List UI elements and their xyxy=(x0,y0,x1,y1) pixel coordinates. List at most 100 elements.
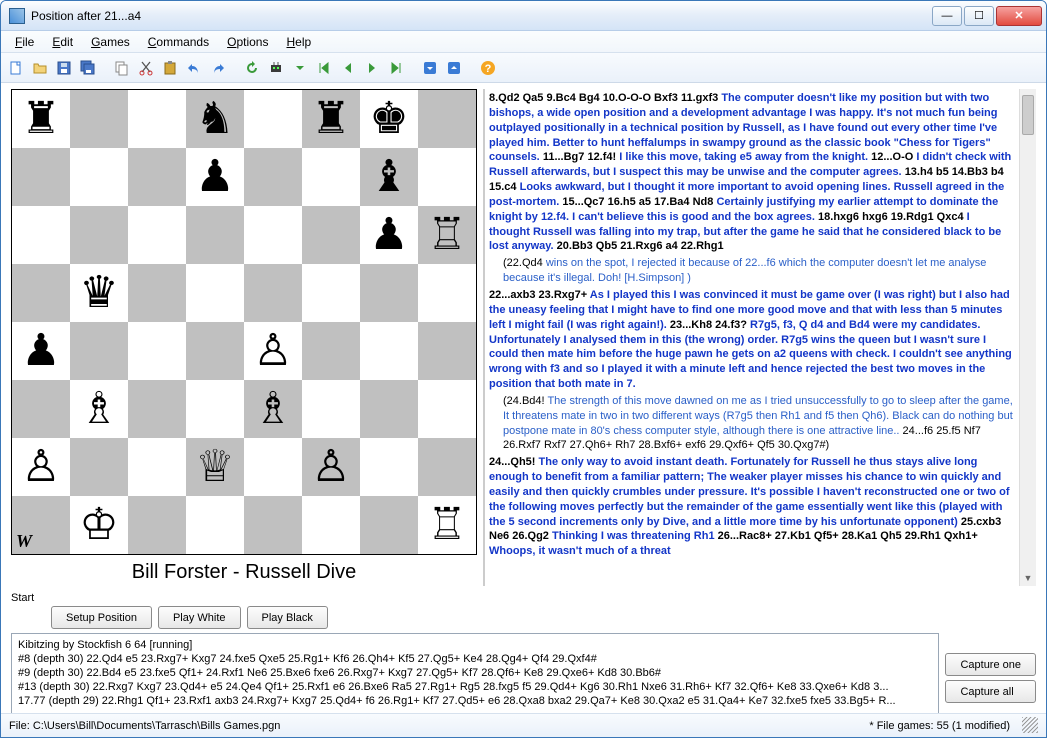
board-square[interactable] xyxy=(244,264,302,322)
kibitz-output[interactable]: Kibitzing by Stockfish 6 64 [running] #8… xyxy=(11,633,939,713)
board-square[interactable] xyxy=(302,496,360,554)
board-square[interactable]: ♟ xyxy=(12,322,70,380)
board-square[interactable] xyxy=(244,148,302,206)
chessboard[interactable]: ♜♞♜♚♟♝♟♖♛♟♙♗♗♙♕♙♔♖ W xyxy=(11,89,477,555)
cut-icon[interactable] xyxy=(135,57,157,79)
board-square[interactable] xyxy=(12,148,70,206)
board-square[interactable] xyxy=(70,438,128,496)
nav-next-icon[interactable] xyxy=(361,57,383,79)
board-square[interactable] xyxy=(128,496,186,554)
menu-help[interactable]: Help xyxy=(278,33,319,51)
board-square[interactable] xyxy=(244,496,302,554)
board-square[interactable]: ♖ xyxy=(418,496,476,554)
nav-first-icon[interactable] xyxy=(313,57,335,79)
nav-down-icon[interactable] xyxy=(289,57,311,79)
board-square[interactable]: ♛ xyxy=(70,264,128,322)
open-icon[interactable] xyxy=(29,57,51,79)
board-square[interactable]: ♝ xyxy=(360,148,418,206)
board-square[interactable] xyxy=(244,90,302,148)
board-square[interactable] xyxy=(186,496,244,554)
help-icon[interactable]: ? xyxy=(477,57,499,79)
play-white-button[interactable]: Play White xyxy=(158,606,241,629)
board-square[interactable] xyxy=(70,148,128,206)
board-square[interactable] xyxy=(128,264,186,322)
notation-pane[interactable]: 8.Qd2 Qa5 9.Bc4 Bg4 10.O-O-O Bxf3 11.gxf… xyxy=(485,89,1019,586)
capture-one-button[interactable]: Capture one xyxy=(945,653,1036,676)
board-square[interactable] xyxy=(418,322,476,380)
board-square[interactable] xyxy=(12,380,70,438)
capture-all-button[interactable]: Capture all xyxy=(945,680,1036,703)
board-square[interactable] xyxy=(360,380,418,438)
nav-prev-icon[interactable] xyxy=(337,57,359,79)
board-square[interactable]: ♜ xyxy=(302,90,360,148)
board-square[interactable] xyxy=(302,322,360,380)
maximize-button[interactable]: ☐ xyxy=(964,6,994,26)
menu-file[interactable]: File xyxy=(7,33,42,51)
menu-options[interactable]: Options xyxy=(219,33,276,51)
board-square[interactable] xyxy=(70,322,128,380)
scroll-thumb[interactable] xyxy=(1022,95,1034,135)
board-square[interactable]: ♚ xyxy=(360,90,418,148)
board-square[interactable]: ♗ xyxy=(70,380,128,438)
copy-icon[interactable] xyxy=(111,57,133,79)
refresh-icon[interactable] xyxy=(241,57,263,79)
board-square[interactable] xyxy=(302,206,360,264)
board-square[interactable] xyxy=(418,438,476,496)
board-square[interactable]: ♟ xyxy=(360,206,418,264)
engine-icon[interactable] xyxy=(265,57,287,79)
redo-icon[interactable] xyxy=(207,57,229,79)
board-square[interactable] xyxy=(186,322,244,380)
board-square[interactable] xyxy=(244,206,302,264)
board-square[interactable]: ♕ xyxy=(186,438,244,496)
save-all-icon[interactable] xyxy=(77,57,99,79)
board-square[interactable] xyxy=(128,148,186,206)
board-square[interactable]: ♜ xyxy=(12,90,70,148)
board-square[interactable]: ♙ xyxy=(12,438,70,496)
board-square[interactable] xyxy=(186,206,244,264)
undo-icon[interactable] xyxy=(183,57,205,79)
board-square[interactable] xyxy=(360,438,418,496)
board-square[interactable] xyxy=(360,264,418,322)
board-square[interactable] xyxy=(418,148,476,206)
board-square[interactable]: ♞ xyxy=(186,90,244,148)
setup-position-button[interactable]: Setup Position xyxy=(51,606,152,629)
board-square[interactable] xyxy=(418,264,476,322)
board-square[interactable] xyxy=(418,380,476,438)
board-square[interactable]: ♟ xyxy=(186,148,244,206)
board-square[interactable] xyxy=(128,206,186,264)
save-icon[interactable] xyxy=(53,57,75,79)
minimize-button[interactable]: — xyxy=(932,6,962,26)
board-square[interactable] xyxy=(70,206,128,264)
board-square[interactable] xyxy=(360,496,418,554)
notation-scrollbar[interactable]: ▲ ▼ xyxy=(1019,89,1036,586)
nav-last-icon[interactable] xyxy=(385,57,407,79)
menu-commands[interactable]: Commands xyxy=(140,33,217,51)
blue-down-icon[interactable] xyxy=(419,57,441,79)
board-square[interactable] xyxy=(186,380,244,438)
menu-games[interactable]: Games xyxy=(83,33,138,51)
board-square[interactable]: ♖ xyxy=(418,206,476,264)
board-square[interactable] xyxy=(418,90,476,148)
board-square[interactable]: ♙ xyxy=(244,322,302,380)
scroll-down-icon[interactable]: ▼ xyxy=(1020,569,1036,586)
board-square[interactable] xyxy=(128,90,186,148)
board-square[interactable] xyxy=(302,380,360,438)
board-square[interactable] xyxy=(302,264,360,322)
new-icon[interactable] xyxy=(5,57,27,79)
board-square[interactable] xyxy=(128,438,186,496)
board-square[interactable] xyxy=(128,322,186,380)
board-square[interactable] xyxy=(70,90,128,148)
board-square[interactable]: ♗ xyxy=(244,380,302,438)
board-square[interactable] xyxy=(360,322,418,380)
board-square[interactable] xyxy=(302,148,360,206)
board-square[interactable] xyxy=(12,206,70,264)
board-square[interactable] xyxy=(128,380,186,438)
board-square[interactable] xyxy=(186,264,244,322)
play-black-button[interactable]: Play Black xyxy=(247,606,328,629)
board-square[interactable]: ♔ xyxy=(70,496,128,554)
paste-icon[interactable] xyxy=(159,57,181,79)
board-square[interactable] xyxy=(244,438,302,496)
close-button[interactable]: ✕ xyxy=(996,6,1042,26)
board-square[interactable]: ♙ xyxy=(302,438,360,496)
resize-grip-icon[interactable] xyxy=(1022,717,1038,733)
